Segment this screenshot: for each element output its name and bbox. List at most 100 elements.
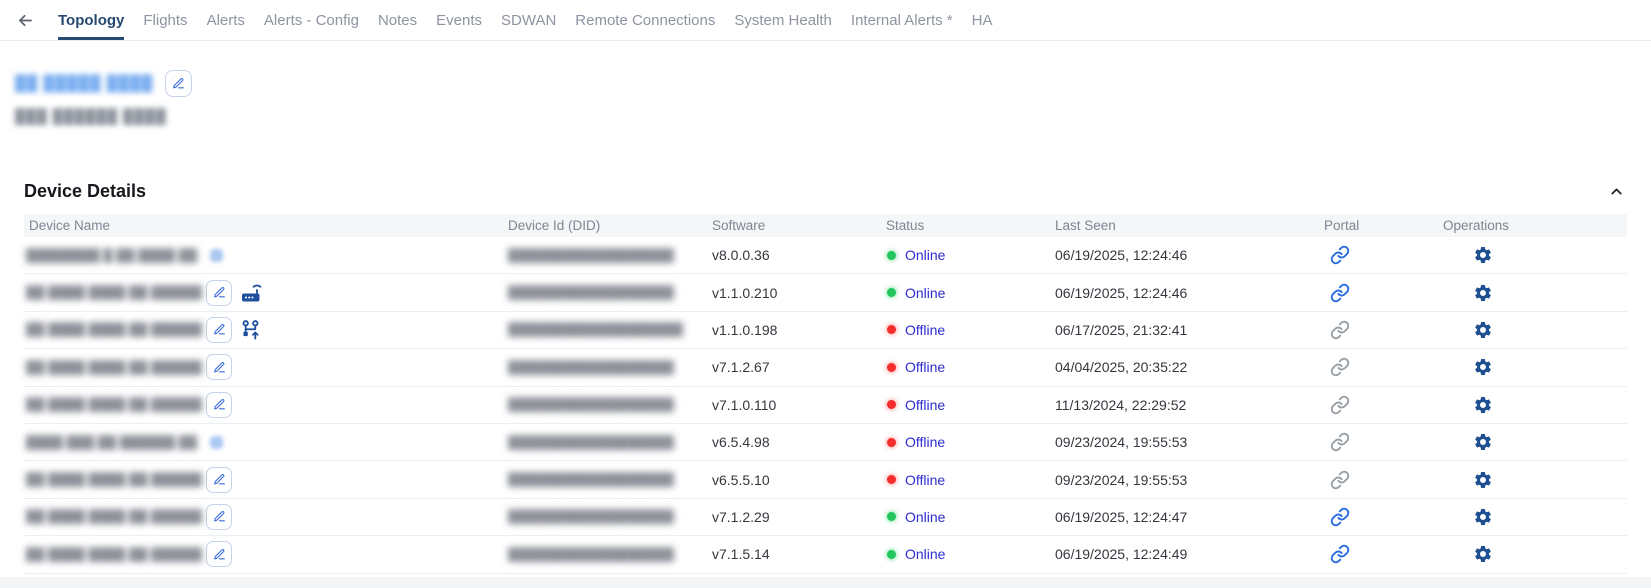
operations-button[interactable]: [1473, 283, 1493, 303]
operations-button[interactable]: [1473, 544, 1493, 564]
status-cell: Offline: [881, 322, 1050, 338]
portal-cell: [1319, 283, 1438, 303]
status-link[interactable]: Online: [905, 247, 945, 263]
portal-link-button[interactable]: [1330, 245, 1350, 265]
software-version: v7.1.2.29: [712, 509, 770, 525]
operations-button[interactable]: [1473, 320, 1493, 340]
edit-title-button[interactable]: [165, 70, 192, 97]
status-link[interactable]: Offline: [905, 434, 945, 450]
tab-remote-connections[interactable]: Remote Connections: [575, 0, 715, 40]
device-id-redacted: ██████████████████: [508, 435, 674, 450]
tab-topology[interactable]: Topology: [58, 0, 124, 40]
device-id-redacted: ██████████████████: [508, 472, 674, 487]
status-link[interactable]: Online: [905, 509, 945, 525]
operations-button[interactable]: [1473, 507, 1493, 527]
device-id-redacted: ██████████████████: [508, 547, 674, 562]
column-header-device-name: Device Name: [24, 218, 503, 233]
tab-system-health[interactable]: System Health: [734, 0, 832, 40]
device-id-redacted: ███████████████████: [508, 322, 683, 337]
last-seen-cell: 06/19/2025, 12:24:46: [1050, 247, 1319, 263]
software-cell: v6.5.5.10: [707, 472, 881, 488]
status-link[interactable]: Offline: [905, 359, 945, 375]
top-nav: Topology Flights Alerts Alerts - Config Note…: [0, 0, 1651, 41]
edit-device-name-button[interactable]: [206, 504, 232, 530]
software-cell: v7.1.2.29: [707, 509, 881, 525]
portal-link-button[interactable]: [1330, 283, 1350, 303]
device-name-cell: ██ ████ ████ ██ ███████: [24, 317, 503, 343]
tab-alerts[interactable]: Alerts: [207, 0, 245, 40]
edit-device-name-button[interactable]: [206, 354, 232, 380]
software-version: v6.5.5.10: [712, 472, 770, 488]
gear-icon: [1473, 432, 1493, 452]
edit-device-name-button[interactable]: [206, 280, 232, 306]
software-version: v7.1.2.67: [712, 359, 770, 375]
back-button[interactable]: [14, 9, 37, 32]
edit-device-name-button[interactable]: [206, 317, 232, 343]
tab-alerts-config[interactable]: Alerts - Config: [264, 0, 359, 40]
operations-cell: [1438, 432, 1627, 452]
status-cell: Online: [881, 285, 1050, 301]
status-link[interactable]: Online: [905, 285, 945, 301]
device-id-cell: ██████████████████: [503, 509, 707, 524]
software-version: v7.1.0.110: [712, 397, 776, 413]
software-cell: v7.1.0.110: [707, 397, 881, 413]
device-id-cell: ██████████████████: [503, 285, 707, 300]
device-name-cell: ██ ████ ████ ██ ███████: [24, 541, 503, 567]
operations-button[interactable]: [1473, 245, 1493, 265]
tab-internal-alerts[interactable]: Internal Alerts *: [851, 0, 953, 40]
link-icon: [1330, 357, 1350, 377]
collapse-section-button[interactable]: [1606, 181, 1627, 202]
tab-notes[interactable]: Notes: [378, 0, 417, 40]
portal-cell: [1319, 395, 1438, 415]
edit-device-name-button[interactable]: [206, 541, 232, 567]
operations-button[interactable]: [1473, 357, 1493, 377]
last-seen-value: 09/23/2024, 19:55:53: [1055, 434, 1187, 450]
software-cell: v8.0.0.36: [707, 247, 881, 263]
software-cell: v7.1.2.67: [707, 359, 881, 375]
last-seen-value: 11/13/2024, 22:29:52: [1055, 397, 1186, 413]
status-link[interactable]: Offline: [905, 322, 945, 338]
device-name-redacted: ████████ █ ██ ████ ██: [26, 248, 202, 263]
tab-ha[interactable]: HA: [972, 0, 993, 40]
profile-section: ██ █████ ████ ███ ██████ ████: [0, 41, 1651, 124]
gear-icon: [1473, 245, 1493, 265]
edit-device-name-button[interactable]: [206, 392, 232, 418]
device-id-redacted: ██████████████████: [508, 360, 674, 375]
back-arrow-icon: [16, 11, 35, 30]
status-cell: Offline: [881, 434, 1050, 450]
pencil-icon: [213, 473, 226, 486]
status-link[interactable]: Offline: [905, 397, 945, 413]
operations-cell: [1438, 544, 1627, 564]
portal-cell: [1319, 432, 1438, 452]
device-title-link-redacted[interactable]: ██ █████ ████: [15, 75, 153, 92]
offline-dot-icon: [887, 400, 896, 409]
tab-events[interactable]: Events: [436, 0, 482, 40]
pencil-icon: [213, 398, 226, 411]
operations-button[interactable]: [1473, 395, 1493, 415]
portal-link-button[interactable]: [1330, 507, 1350, 527]
status-link[interactable]: Offline: [905, 472, 945, 488]
device-id-redacted: ██████████████████: [508, 397, 674, 412]
operations-button[interactable]: [1473, 432, 1493, 452]
tab-flights[interactable]: Flights: [143, 0, 187, 40]
device-name-cell: ████████ █ ██ ████ ██: [24, 248, 503, 263]
device-id-redacted: ██████████████████: [508, 248, 674, 263]
portal-cell: [1319, 507, 1438, 527]
gear-icon: [1473, 357, 1493, 377]
pencil-icon: [213, 323, 226, 336]
status-link[interactable]: Online: [905, 546, 945, 562]
gear-icon: [1473, 507, 1493, 527]
operations-button[interactable]: [1473, 470, 1493, 490]
link-icon: [1330, 544, 1350, 564]
online-dot-icon: [887, 550, 896, 559]
device-id-cell: ██████████████████: [503, 360, 707, 375]
device-name-redacted: ██ ████ ████ ██ ██████: [26, 360, 202, 375]
topology-icon: [239, 318, 262, 342]
status-cell: Offline: [881, 472, 1050, 488]
portal-link-button[interactable]: [1330, 544, 1350, 564]
page-bottom-strip: [0, 577, 1651, 588]
device-name-redacted: ██ ████ ████ ██ ██████: [26, 285, 202, 300]
edit-device-name-button[interactable]: [206, 467, 232, 493]
tab-sdwan[interactable]: SDWAN: [501, 0, 556, 40]
device-id-cell: ███████████████████: [503, 322, 707, 337]
